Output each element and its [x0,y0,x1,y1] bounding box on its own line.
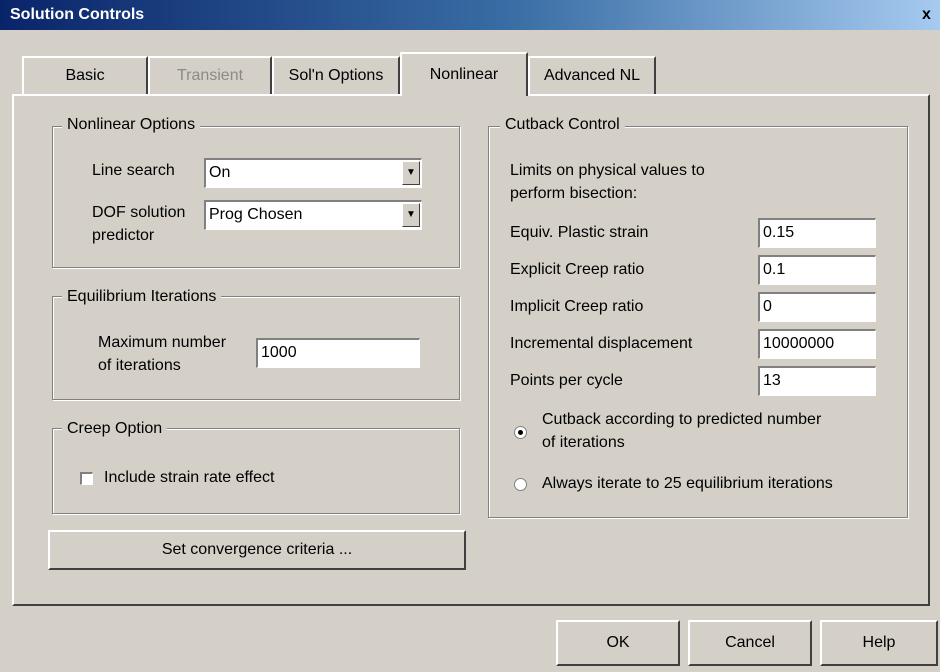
nonlinear-options-title: Nonlinear Options [62,116,201,134]
creep-option-title: Creep Option [62,420,168,438]
tab-basic[interactable]: Basic [22,56,148,94]
tab-nonlinear-label: Nonlinear [429,66,499,83]
points-per-cycle-input[interactable]: 13 [758,366,876,396]
nonlinear-options-group [52,126,460,268]
always-iterate-label: Always iterate to 25 equilibrium iterati… [542,475,833,492]
line-search-label: Line search [92,162,175,179]
dof-label-line2: predictor [92,227,155,244]
line-search-select[interactable]: On ▼ [204,158,422,188]
incremental-displacement-label: Incremental displacement [510,335,693,352]
max-iterations-label-line2: of iterations [98,357,181,374]
cutback-control-title: Cutback Control [500,116,625,134]
dof-predictor-select[interactable]: Prog Chosen ▼ [204,200,422,230]
set-convergence-criteria-button[interactable]: Set convergence criteria ... [48,530,466,570]
tab-advanced-nl-label: Advanced NL [543,67,641,84]
max-iterations-input[interactable]: 1000 [256,338,420,368]
chevron-down-icon[interactable]: ▼ [402,161,420,185]
tab-soln-options-label: Sol'n Options [288,67,384,84]
include-strain-rate-checkbox[interactable] [80,472,93,485]
include-strain-rate-label: Include strain rate effect [104,469,275,486]
window-title: Solution Controls [10,6,145,23]
cutback-predicted-radio[interactable] [514,426,527,439]
cutback-intro-line2: perform bisection: [510,185,638,202]
equiv-plastic-strain-input[interactable]: 0.15 [758,218,876,248]
tab-advanced-nl[interactable]: Advanced NL [528,56,656,94]
dof-predictor-value: Prog Chosen [209,206,303,223]
explicit-creep-ratio-input[interactable]: 0.1 [758,255,876,285]
implicit-creep-ratio-input[interactable]: 0 [758,292,876,322]
help-label: Help [862,634,896,651]
points-per-cycle-label: Points per cycle [510,372,623,389]
cancel-button[interactable]: Cancel [688,620,812,666]
always-iterate-radio[interactable] [514,478,527,491]
set-convergence-criteria-label: Set convergence criteria ... [161,541,353,558]
ok-button[interactable]: OK [556,620,680,666]
incremental-displacement-input[interactable]: 10000000 [758,329,876,359]
cutback-intro-line1: Limits on physical values to [510,162,705,179]
title-bar: Solution Controls x [0,0,940,30]
equiv-plastic-strain-label: Equiv. Plastic strain [510,224,649,241]
tab-transient-label: Transient [176,67,244,84]
cutback-predicted-label-line2: of iterations [542,434,625,451]
line-search-value: On [209,164,231,181]
tab-nonlinear[interactable]: Nonlinear [400,52,528,96]
chevron-down-icon[interactable]: ▼ [402,203,420,227]
cancel-label: Cancel [725,634,775,651]
max-iterations-label-line1: Maximum number [98,334,227,351]
explicit-creep-ratio-label: Explicit Creep ratio [510,261,645,278]
close-icon[interactable]: x [922,6,931,24]
cutback-predicted-label-line1: Cutback according to predicted number [542,411,822,428]
radio-selected-dot-icon [518,430,523,435]
ok-label: OK [606,634,630,651]
tab-basic-label: Basic [65,67,105,84]
implicit-creep-ratio-label: Implicit Creep ratio [510,298,644,315]
help-button[interactable]: Help [820,620,938,666]
equilibrium-iterations-title: Equilibrium Iterations [62,288,222,306]
tab-transient: Transient [148,56,272,94]
tab-soln-options[interactable]: Sol'n Options [272,56,400,94]
dof-label-line1: DOF solution [92,204,186,221]
